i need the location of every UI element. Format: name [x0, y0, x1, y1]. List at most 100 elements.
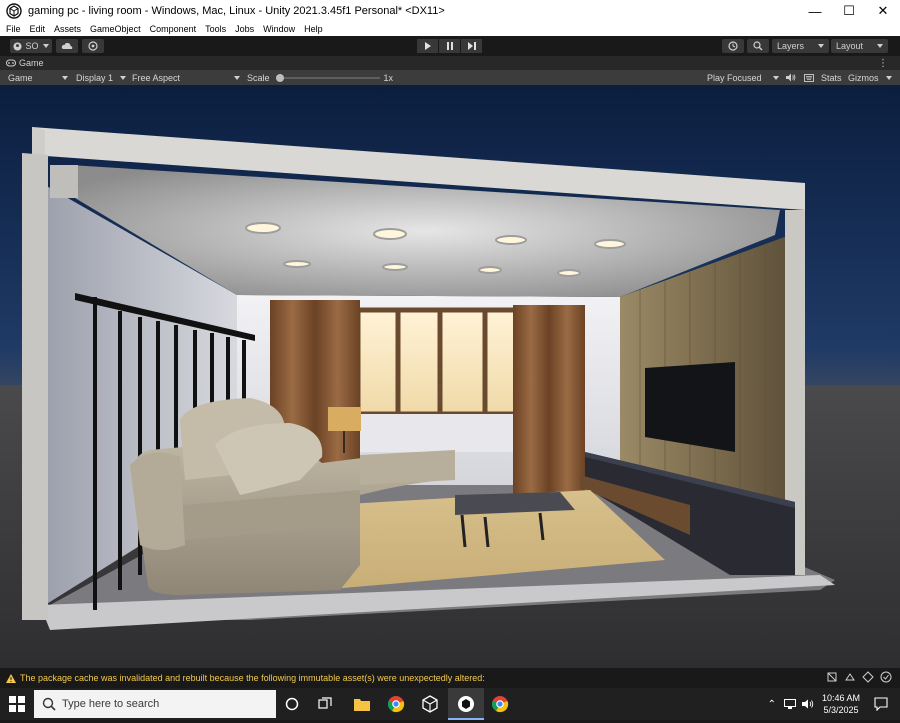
chrome-icon[interactable] [387, 695, 405, 713]
clock-date: 5/3/2025 [823, 705, 859, 715]
unity-hub-icon[interactable] [421, 695, 439, 713]
pause-button[interactable] [439, 39, 460, 53]
layout-dropdown[interactable]: Layout [831, 39, 888, 53]
unity-editor-icon [458, 696, 474, 712]
warning-icon [6, 673, 16, 683]
maximize-icon[interactable]: ☐ [832, 0, 866, 22]
stats-label: Stats [821, 72, 842, 83]
notification-icon[interactable] [880, 671, 892, 683]
unity-editor-taskbar-button[interactable] [448, 688, 484, 720]
minimize-icon[interactable]: — [798, 0, 832, 22]
tab-game-label: Game [19, 58, 44, 68]
play-mode-label: Play Focused [707, 72, 762, 83]
chevron-down-icon [62, 75, 68, 80]
scale-control: Scale 1x [247, 70, 393, 85]
cortana-icon[interactable] [285, 697, 299, 711]
taskbar-clock[interactable]: 10:46 AM 5/3/2025 [822, 692, 860, 716]
menu-window[interactable]: Window [263, 24, 295, 34]
window-title: gaming pc - living room - Windows, Mac, … [28, 5, 445, 17]
close-icon[interactable]: ✕ [866, 0, 900, 22]
play-button[interactable] [417, 39, 438, 53]
system-tray: ⌃ 10:46 AM 5/3/2025 [768, 688, 900, 720]
menu-bar: File Edit Assets GameObject Component To… [0, 22, 900, 36]
mute-audio-button[interactable] [786, 70, 796, 85]
play-controls [417, 39, 483, 53]
chevron-down-icon [120, 75, 126, 80]
layers-dropdown[interactable]: Layers [772, 39, 829, 53]
windows-taskbar: Type here to search ⌃ 10:46 AM 5/3/2025 [0, 688, 900, 720]
keyboard-icon [804, 73, 814, 82]
pause-icon [446, 42, 453, 50]
search-icon [753, 41, 763, 51]
file-explorer-icon[interactable] [354, 697, 370, 711]
taskbar-search[interactable]: Type here to search [34, 690, 276, 718]
step-icon [467, 42, 476, 50]
debug-icon[interactable] [826, 671, 838, 683]
living-room-scene [0, 85, 900, 668]
gizmos-label: Gizmos [848, 72, 879, 83]
menu-component[interactable]: Component [150, 24, 197, 34]
scale-slider-thumb[interactable] [275, 73, 284, 82]
layout-label: Layout [836, 41, 864, 51]
scale-slider[interactable] [275, 73, 380, 83]
chevron-down-icon [234, 75, 240, 80]
collab-button[interactable] [82, 39, 104, 53]
play-icon [424, 42, 431, 50]
game-viewport[interactable] [0, 85, 900, 668]
chevron-down-icon [773, 75, 779, 80]
display-label: Display 1 [76, 72, 114, 83]
editor-tab-strip: Game ⋮ [0, 56, 900, 70]
menu-jobs[interactable]: Jobs [235, 24, 254, 34]
menu-file[interactable]: File [6, 24, 21, 34]
view-mode-label: Game [8, 72, 33, 83]
menu-gameobject[interactable]: GameObject [90, 24, 141, 34]
status-bar: The package cache was invalidated and re… [0, 668, 900, 688]
chrome-icon[interactable] [491, 695, 509, 713]
aspect-dropdown[interactable]: Free Aspect [132, 70, 240, 85]
cloud-button[interactable] [56, 39, 78, 53]
history-icon [728, 41, 738, 51]
network-icon[interactable] [783, 699, 796, 709]
menu-tools[interactable]: Tools [205, 24, 226, 34]
keyboard-shortcuts-button[interactable] [804, 70, 814, 85]
chevron-down-icon [886, 75, 892, 80]
progress-icon[interactable] [844, 671, 856, 683]
play-mode-dropdown[interactable]: Play Focused [707, 70, 779, 85]
chevron-down-icon [877, 44, 883, 48]
account-icon [13, 41, 23, 51]
title-bar: gaming pc - living room - Windows, Mac, … [0, 0, 900, 22]
layers-label: Layers [777, 41, 805, 51]
network-icon[interactable] [862, 671, 874, 683]
cloud-icon [61, 42, 73, 49]
chevron-down-icon [818, 44, 824, 48]
scale-label: Scale [247, 72, 270, 83]
history-button[interactable] [722, 39, 744, 53]
account-button[interactable]: SO [10, 39, 52, 53]
chevron-up-icon[interactable]: ⌃ [768, 699, 776, 710]
menu-assets[interactable]: Assets [54, 24, 81, 34]
step-button[interactable] [461, 39, 482, 53]
tab-game[interactable]: Game [0, 58, 44, 68]
stats-button[interactable]: Stats [821, 70, 842, 85]
aspect-label: Free Aspect [132, 72, 181, 83]
menu-help[interactable]: Help [304, 24, 323, 34]
scale-value: 1x [383, 72, 394, 83]
notification-center-icon[interactable] [874, 697, 888, 711]
clock-time: 10:46 AM [821, 693, 860, 703]
task-view-icon[interactable] [318, 697, 332, 711]
more-options-icon[interactable]: ⋮ [878, 58, 888, 69]
menu-edit[interactable]: Edit [30, 24, 46, 34]
unity-logo-icon [6, 3, 22, 19]
search-button[interactable] [747, 39, 769, 53]
windows-start-icon[interactable] [9, 696, 25, 712]
account-label: SO [25, 41, 39, 51]
view-mode-dropdown[interactable]: Game [8, 70, 68, 85]
collab-icon [88, 41, 98, 51]
display-dropdown[interactable]: Display 1 [76, 70, 126, 85]
status-message[interactable]: The package cache was invalidated and re… [20, 673, 485, 683]
volume-icon[interactable] [801, 699, 814, 709]
speaker-icon [786, 73, 796, 82]
search-placeholder: Type here to search [62, 698, 160, 710]
game-view-bar: Game Display 1 Free Aspect Scale 1x Play… [0, 70, 900, 85]
gizmos-dropdown[interactable]: Gizmos [848, 70, 892, 85]
